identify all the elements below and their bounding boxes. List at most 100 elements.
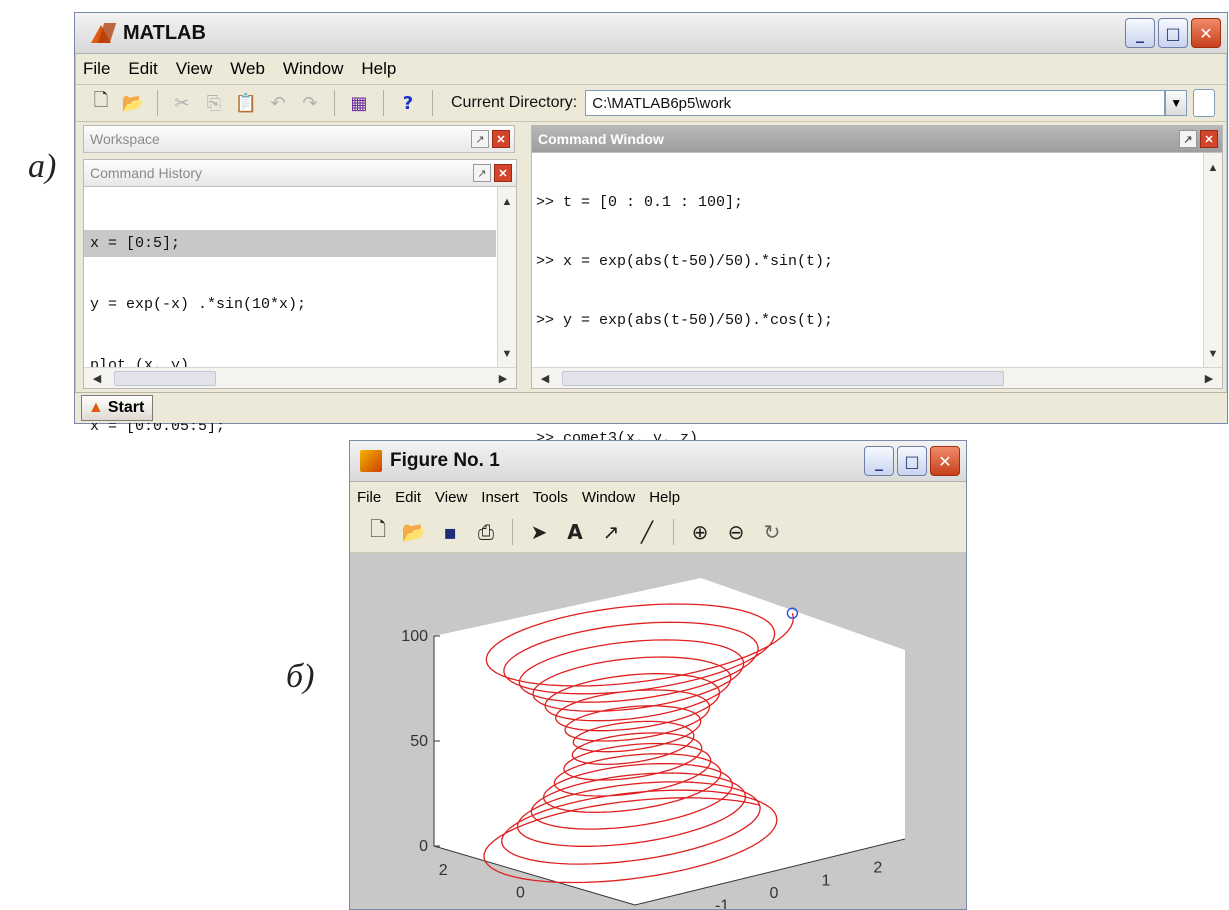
toolbar-separator <box>383 90 384 116</box>
figure-titlebar[interactable]: Figure No. 1 _ □ ✕ <box>350 441 966 482</box>
history-item[interactable]: y = exp(-x) .*sin(10*x); <box>84 291 496 318</box>
new-file-icon[interactable]: 🗋 <box>89 90 113 115</box>
arrow-line-icon[interactable]: ↗ <box>599 520 623 544</box>
y-tick-label: -1 <box>715 898 729 909</box>
menu-insert[interactable]: Insert <box>481 489 519 506</box>
menu-edit[interactable]: Edit <box>395 489 421 506</box>
history-horizontal-scrollbar[interactable]: ◀ ▶ <box>84 367 516 388</box>
scroll-up-icon[interactable]: ▲ <box>1204 159 1222 177</box>
menu-edit[interactable]: Edit <box>128 59 157 79</box>
close-pane-icon[interactable]: ✕ <box>1200 130 1218 148</box>
help-icon[interactable]: ? <box>396 91 420 115</box>
workspace-title[interactable]: Workspace ↗ ✕ <box>84 126 514 153</box>
zoom-in-icon[interactable]: ⊕ <box>688 520 712 544</box>
figure-window: Figure No. 1 _ □ ✕ File Edit View Insert… <box>349 440 967 910</box>
command-history-title[interactable]: Command History ↗ ✕ <box>84 160 516 187</box>
menu-view[interactable]: View <box>435 489 467 506</box>
open-folder-icon[interactable]: 📂 <box>121 91 145 115</box>
command-history-title-text: Command History <box>90 165 203 181</box>
history-vertical-scrollbar[interactable]: ▲ ▼ <box>497 187 516 367</box>
arrow-icon[interactable]: ➤ <box>527 520 551 544</box>
current-directory-input[interactable]: C:\MATLAB6p5\work <box>585 90 1166 116</box>
workspace-title-text: Workspace <box>90 131 160 147</box>
scroll-left-icon[interactable]: ◀ <box>536 369 554 387</box>
maximize-button[interactable]: □ <box>897 446 927 476</box>
menu-bar: File Edit View Web Window Help <box>75 54 1227 85</box>
cut-icon[interactable]: ✂ <box>170 91 194 115</box>
redo-icon[interactable]: ↷ <box>298 91 322 115</box>
toolbar-separator <box>157 90 158 116</box>
zoom-out-icon[interactable]: ⊖ <box>724 520 748 544</box>
undock-icon[interactable]: ↗ <box>471 130 489 148</box>
y-tick-label: 0 <box>770 885 779 902</box>
line-icon[interactable]: ╱ <box>635 520 659 544</box>
figure-menu-bar: File Edit View Insert Tools Window Help <box>350 482 966 512</box>
y-tick-label: 1 <box>821 872 830 889</box>
window-title: MATLAB <box>123 21 206 44</box>
menu-help[interactable]: Help <box>649 489 680 506</box>
print-icon[interactable]: ⎙ <box>474 520 498 544</box>
figure-toolbar: 🗋 📂 ▪ ⎙ ➤ A ↗ ╱ ⊕ ⊖ ↻ <box>350 512 966 553</box>
minimize-button[interactable]: _ <box>864 446 894 476</box>
menu-web[interactable]: Web <box>230 59 265 79</box>
scroll-up-icon[interactable]: ▲ <box>498 193 516 211</box>
simulink-icon[interactable]: ▦ <box>347 91 371 115</box>
scroll-down-icon[interactable]: ▼ <box>498 345 516 363</box>
close-button[interactable]: ✕ <box>1191 18 1221 48</box>
minimize-button[interactable]: _ <box>1125 18 1155 48</box>
undo-icon[interactable]: ↶ <box>266 91 290 115</box>
browse-directory-button[interactable] <box>1193 89 1216 117</box>
paste-icon[interactable]: 📋 <box>234 91 258 115</box>
menu-file[interactable]: File <box>83 59 110 79</box>
left-column: Workspace ↗ ✕ Command History ↗ ✕ x = [0… <box>83 125 517 435</box>
command-history-pane: Command History ↗ ✕ x = [0:5]; y = exp(-… <box>83 159 517 435</box>
maximize-button[interactable]: □ <box>1158 18 1188 48</box>
undock-icon[interactable]: ↗ <box>1179 130 1197 148</box>
x-tick-label: -2 <box>591 907 605 909</box>
command-horizontal-scrollbar[interactable]: ◀ ▶ <box>532 367 1222 388</box>
menu-window[interactable]: Window <box>582 489 635 506</box>
start-button[interactable]: ▲ Start <box>81 395 154 421</box>
panel-label-b: б) <box>286 658 315 695</box>
comet3-plot[interactable]: 10050020-2-2-1012 <box>350 551 966 909</box>
menu-help[interactable]: Help <box>361 59 396 79</box>
rotate-icon[interactable]: ↻ <box>760 520 784 544</box>
command-window-title[interactable]: Command Window ↗ ✕ <box>532 126 1222 153</box>
command-line: >> y = exp(abs(t-50)/50).*cos(t); <box>536 312 834 329</box>
scroll-right-icon[interactable]: ▶ <box>1200 369 1218 387</box>
command-window-title-text: Command Window <box>538 131 664 147</box>
command-vertical-scrollbar[interactable]: ▲ ▼ <box>1203 153 1222 367</box>
close-pane-icon[interactable]: ✕ <box>494 164 512 182</box>
toolbar-separator <box>432 90 433 116</box>
undock-icon[interactable]: ↗ <box>473 164 491 182</box>
scroll-thumb[interactable] <box>562 371 1004 386</box>
matlab-titlebar[interactable]: MATLAB _ □ ✕ <box>75 13 1227 54</box>
scroll-down-icon[interactable]: ▼ <box>1204 345 1222 363</box>
scroll-right-icon[interactable]: ▶ <box>494 369 512 387</box>
new-icon[interactable]: 🗋 <box>366 517 390 544</box>
x-tick-label: 0 <box>516 885 525 902</box>
scroll-thumb[interactable] <box>114 371 216 386</box>
figure-title: Figure No. 1 <box>390 450 500 471</box>
close-button[interactable]: ✕ <box>930 446 960 476</box>
z-tick-label: 0 <box>419 838 428 855</box>
menu-tools[interactable]: Tools <box>533 489 568 506</box>
menu-file[interactable]: File <box>357 489 381 506</box>
text-icon[interactable]: A <box>563 520 587 544</box>
close-pane-icon[interactable]: ✕ <box>492 130 510 148</box>
history-item[interactable]: x = [0:5]; <box>84 230 496 257</box>
x-tick-label: 2 <box>439 862 448 879</box>
matlab-logo-icon: ▲ <box>88 399 104 416</box>
command-line: >> t = [0 : 0.1 : 100]; <box>536 194 744 211</box>
menu-window[interactable]: Window <box>283 59 343 79</box>
copy-icon[interactable]: ⎘ <box>202 91 226 115</box>
toolbar: 🗋 📂 ✂ ⎘ 📋 ↶ ↷ ▦ ? Current Directory: C:\… <box>75 85 1227 122</box>
current-directory-label: Current Directory: <box>451 94 578 111</box>
open-icon[interactable]: 📂 <box>402 520 427 544</box>
start-label: Start <box>107 399 145 416</box>
directory-dropdown-icon[interactable]: ▼ <box>1165 90 1188 116</box>
save-icon[interactable]: ▪ <box>438 520 462 544</box>
scroll-left-icon[interactable]: ◀ <box>88 369 106 387</box>
command-line: >> x = exp(abs(t-50)/50).*sin(t); <box>536 253 834 270</box>
menu-view[interactable]: View <box>176 59 213 79</box>
